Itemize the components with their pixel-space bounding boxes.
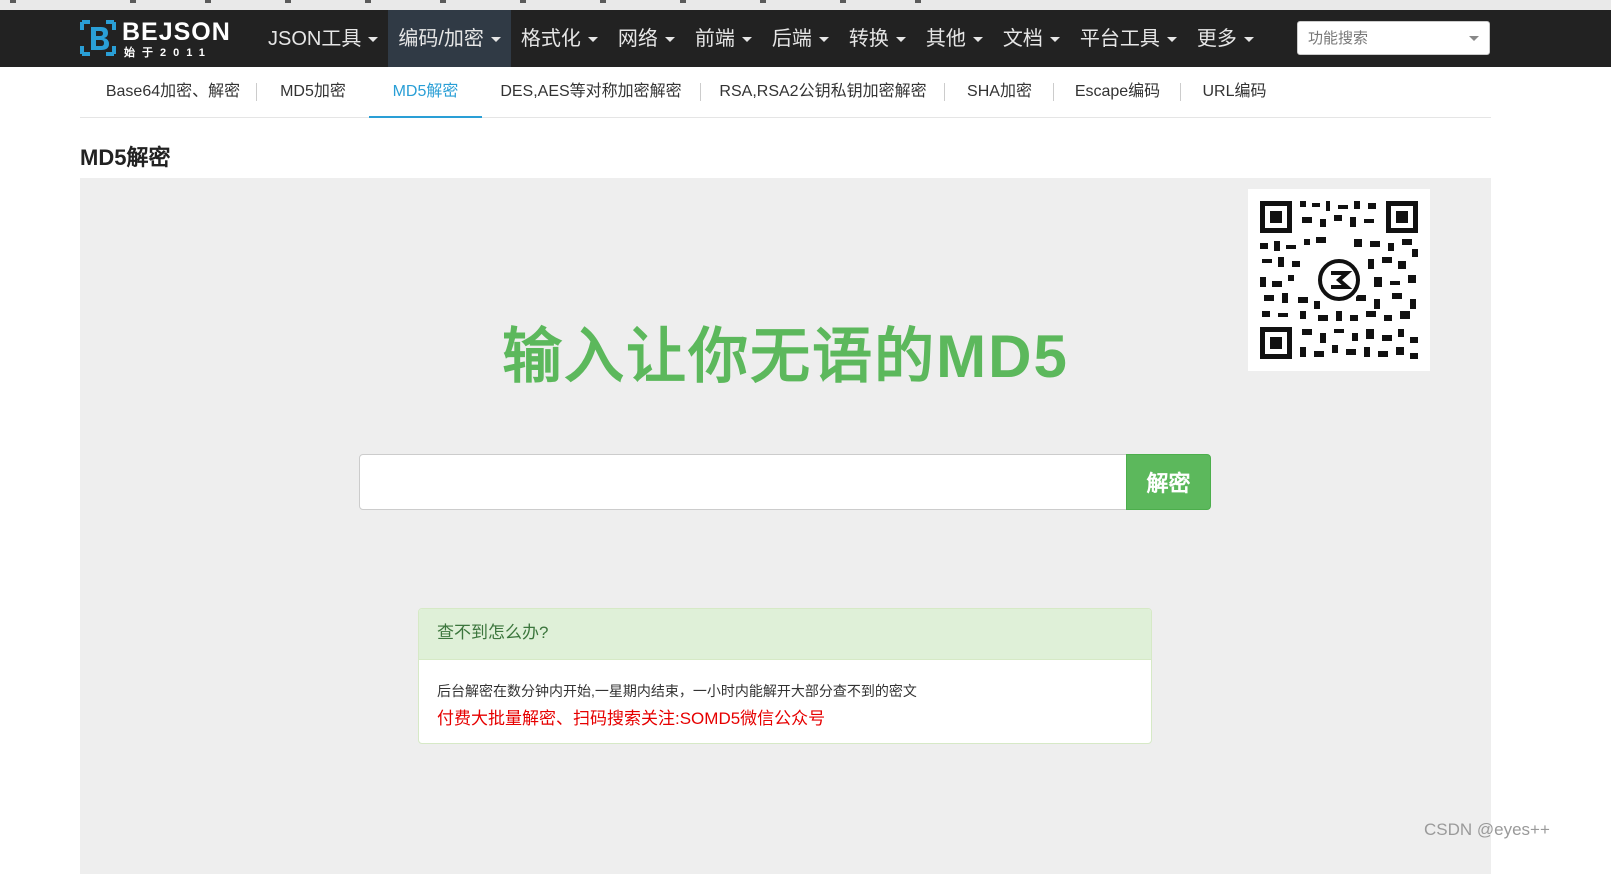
caret-down-icon	[818, 37, 829, 42]
caret-down-icon	[1049, 37, 1060, 42]
tab-separator	[700, 83, 701, 101]
tab-rsa[interactable]: RSA,RSA2公钥私钥加密解密	[712, 67, 934, 117]
help-panel: 查不到怎么办? 后台解密在数分钟内开始,一星期内结束，一小时内能解开大部分查不到…	[418, 608, 1152, 744]
caret-down-icon	[1166, 37, 1177, 42]
caret-down-icon	[368, 37, 379, 42]
nav-item-label: 格式化	[520, 27, 581, 50]
page-title: MD5解密	[80, 145, 171, 170]
sub-tabs: Base64加密、解密 MD5加密 MD5解密 DES,AES等对称加密解密 R…	[80, 67, 1491, 118]
decrypt-button[interactable]: 解密	[1126, 454, 1211, 510]
nav-item-label: 网络	[617, 27, 658, 50]
caret-down-icon	[664, 37, 675, 42]
tab-sha[interactable]: SHA加密	[956, 67, 1043, 117]
nav-item-more[interactable]: 更多	[1187, 10, 1264, 67]
tab-md5-decrypt[interactable]: MD5解密	[369, 67, 482, 118]
nav-item-label: 其他	[925, 27, 966, 50]
tab-des-aes[interactable]: DES,AES等对称加密解密	[492, 67, 690, 117]
paid-service-notice: 付费大批量解密、扫码搜索关注:SOMD5微信公众号	[437, 709, 826, 728]
nav-item-convert[interactable]: 转换	[839, 10, 916, 67]
nav-item-backend[interactable]: 后端	[762, 10, 839, 67]
caret-down-icon	[741, 37, 752, 42]
top-navbar: BEJSON 始于2011 JSON工具 编码/加密 格式化 网络 前端 后端 …	[0, 10, 1611, 67]
tab-escape[interactable]: Escape编码	[1065, 67, 1170, 117]
browser-tab-strip	[0, 0, 1611, 10]
nav-item-other[interactable]: 其他	[916, 10, 993, 67]
tab-separator	[1053, 83, 1054, 101]
caret-down-icon	[1243, 37, 1254, 42]
logo-b-icon	[80, 20, 116, 56]
nav-item-network[interactable]: 网络	[608, 10, 685, 67]
main-nav-menu: JSON工具 编码/加密 格式化 网络 前端 后端 转换 其他 文档 平台工具 …	[258, 10, 1264, 67]
logo-brand-text: BEJSON	[122, 18, 231, 46]
nav-item-label: 前端	[694, 27, 735, 50]
md5-search-row: 解密	[359, 454, 1211, 510]
nav-item-label: 编码/加密	[398, 27, 484, 50]
tab-md5-encrypt[interactable]: MD5加密	[268, 67, 358, 117]
tab-url[interactable]: URL编码	[1192, 67, 1277, 117]
nav-item-label: 平台工具	[1079, 27, 1160, 50]
tab-separator	[944, 83, 945, 101]
nav-item-label: JSON工具	[268, 27, 362, 50]
function-search-input[interactable]	[1306, 22, 1460, 54]
help-text: 后台解密在数分钟内开始,一星期内结束，一小时内能解开大部分查不到的密文	[437, 683, 917, 699]
nav-item-json-tools[interactable]: JSON工具	[258, 10, 388, 67]
caret-down-icon	[895, 37, 906, 42]
caret-down-icon	[972, 37, 983, 42]
help-panel-heading: 查不到怎么办?	[419, 609, 1151, 660]
nav-item-label: 文档	[1002, 27, 1043, 50]
caret-down-icon	[587, 37, 598, 42]
nav-item-label: 后端	[771, 27, 812, 50]
function-search-select[interactable]	[1297, 21, 1490, 55]
nav-item-format[interactable]: 格式化	[511, 10, 608, 67]
watermark-text: CSDN @eyes++	[1424, 820, 1550, 839]
md5-hash-input[interactable]	[359, 454, 1127, 510]
tab-separator	[256, 83, 257, 101]
chevron-down-icon[interactable]	[1469, 36, 1479, 41]
tab-separator	[1180, 83, 1181, 101]
page-headline: 输入让你无语的MD5	[502, 323, 1069, 390]
nav-item-label: 转换	[848, 27, 889, 50]
nav-item-frontend[interactable]: 前端	[685, 10, 762, 67]
logo-tagline: 始于2011	[124, 47, 212, 59]
nav-item-docs[interactable]: 文档	[993, 10, 1070, 67]
nav-item-platform-tools[interactable]: 平台工具	[1070, 10, 1187, 67]
main-panel: 输入让你无语的MD5 解密 查不到怎么办? 后台解密在数分钟内开始,一星期内结束…	[80, 178, 1491, 874]
tab-base64[interactable]: Base64加密、解密	[90, 67, 256, 117]
site-logo[interactable]: BEJSON 始于2011	[80, 18, 230, 60]
nav-item-label: 更多	[1196, 27, 1237, 50]
nav-item-encode-encrypt[interactable]: 编码/加密	[388, 10, 511, 67]
caret-down-icon	[490, 37, 501, 42]
